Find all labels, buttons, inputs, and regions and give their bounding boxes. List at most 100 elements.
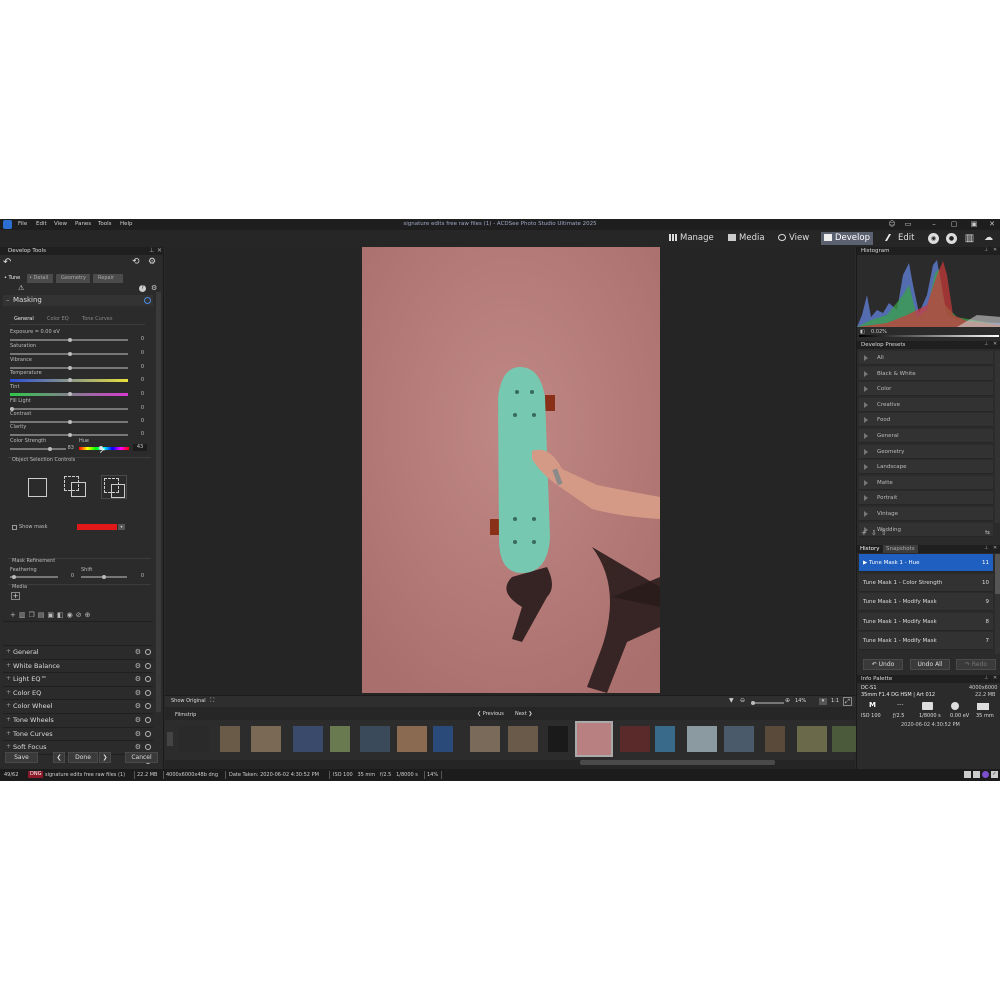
masking-toggle-icon[interactable] <box>144 297 151 304</box>
preset-item[interactable]: Portrait <box>859 491 993 506</box>
grid-view-icon[interactable] <box>964 771 971 778</box>
save-button[interactable]: Save <box>5 752 38 763</box>
gear-icon[interactable]: ⚙ <box>135 673 141 685</box>
feathering-slider[interactable] <box>10 574 58 579</box>
gear-icon[interactable]: ⚙ <box>135 728 141 740</box>
section-tone-curves[interactable]: + Tone Curves ⚙ <box>3 726 153 740</box>
save-mask-icon[interactable]: ▣ <box>47 611 57 619</box>
mode-edit[interactable]: Edit <box>884 232 917 245</box>
filmstrip-thumbnail[interactable] <box>575 721 613 757</box>
history-scrollbar[interactable] <box>995 554 1000 654</box>
dashboard-icon[interactable]: ▥ <box>964 233 975 244</box>
filmstrip-thumbnail[interactable] <box>293 726 323 752</box>
adjustment-slider[interactable] <box>10 432 128 437</box>
shift-slider[interactable] <box>81 574 127 579</box>
presets-scrollbar[interactable] <box>995 351 1000 523</box>
toggle-icon[interactable] <box>145 744 151 751</box>
import-preset-icon[interactable]: ⇩ <box>871 529 881 537</box>
adjustment-slider[interactable] <box>10 419 128 424</box>
mask-color-dropdown-icon[interactable]: ▾ <box>118 524 125 530</box>
gear-icon[interactable]: ⚙ <box>135 660 141 672</box>
history-item[interactable]: Tune Mask 1 - Modify Mask 9 <box>859 593 993 611</box>
preset-item[interactable]: Food <box>859 413 993 428</box>
filmstrip-thumbnail[interactable] <box>220 726 240 752</box>
left-scrollbar[interactable] <box>156 292 161 712</box>
history-item[interactable]: Tune Mask 1 - Color Strength 10 <box>859 573 993 592</box>
zoom-menu-icon[interactable]: ▾ <box>819 698 827 705</box>
reset-icon[interactable]: ⟲ <box>132 257 140 267</box>
filmstrip-thumbnail[interactable] <box>687 726 717 752</box>
previous-button[interactable]: ❮ Previous <box>477 711 504 717</box>
preset-item[interactable]: Vintage <box>859 507 993 521</box>
minimize-icon[interactable]: – <box>930 220 938 228</box>
filmstrip-thumbnail[interactable] <box>251 726 281 752</box>
show-original-button[interactable]: Show Original <box>171 698 206 704</box>
next-button[interactable]: ❯ <box>99 752 111 763</box>
filmstrip-thumbnail[interactable] <box>797 726 827 752</box>
presets-toolbar[interactable]: +⇩⇧ <box>861 529 891 537</box>
toggle-icon[interactable] <box>145 717 151 723</box>
eye-icon[interactable]: ◉ <box>67 611 76 619</box>
toggle-icon[interactable] <box>145 703 151 710</box>
365-icon[interactable]: ● <box>946 233 957 244</box>
filmstrip-thumbnail[interactable] <box>179 726 209 752</box>
preset-item[interactable]: Creative <box>859 397 993 412</box>
export-preset-icon[interactable]: ⇧ <box>881 529 891 537</box>
histogram-close-icon[interactable]: ✕ <box>993 247 997 253</box>
panel-close-icon[interactable]: ✕ <box>157 247 162 254</box>
mask-color-swatch[interactable] <box>77 524 117 530</box>
preset-item[interactable]: Black & White <box>859 366 993 381</box>
preset-item[interactable]: Matte <box>859 475 993 490</box>
section-light-eq-[interactable]: + Light EQ™ ⚙ <box>3 672 153 684</box>
close-icon[interactable]: ✕ <box>988 220 996 228</box>
section-color-wheel[interactable]: + Color Wheel ⚙ <box>3 699 153 711</box>
zoom-in-icon[interactable]: ⊕ <box>785 697 790 704</box>
presets-options-icon[interactable]: ⇆ <box>985 529 990 536</box>
gear-icon[interactable]: ⚙ <box>135 714 141 726</box>
fit-icon[interactable]: ⤢ <box>843 697 852 706</box>
toggle-icon[interactable] <box>145 730 151 737</box>
tab-tune[interactable]: • Tune <box>2 274 24 283</box>
section-white-balance[interactable]: + White Balance ⚙ <box>3 658 153 672</box>
pin-icon[interactable]: ⊥ <box>984 247 988 253</box>
subtab-color-eq[interactable]: Color EQ <box>47 316 69 322</box>
toggle-icon[interactable] <box>145 649 151 655</box>
mode-media[interactable]: Media <box>725 232 768 245</box>
preset-item[interactable]: Landscape <box>859 460 993 475</box>
pin-icon[interactable]: ⊥ <box>984 341 988 347</box>
color-strength-slider[interactable] <box>10 446 66 451</box>
pin-icon[interactable]: ⊥ <box>984 545 988 551</box>
undo-button[interactable]: ↶ Undo <box>863 659 903 670</box>
tab-geometry[interactable]: Geometry <box>56 274 90 283</box>
filmstrip-thumbnail[interactable] <box>508 726 538 752</box>
history-close-icon[interactable]: ✕ <box>993 545 997 551</box>
toggle-icon[interactable] <box>145 662 151 669</box>
pin-icon[interactable]: ⊥ <box>984 675 988 681</box>
filmstrip-thumbnail[interactable] <box>330 726 350 752</box>
info-close-icon[interactable]: ✕ <box>993 675 997 681</box>
preset-item[interactable]: Color <box>859 382 993 397</box>
show-mask-checkbox[interactable] <box>12 525 17 530</box>
toggle-icon[interactable] <box>145 676 151 683</box>
filmstrip-thumbnail[interactable] <box>620 726 650 752</box>
history-item[interactable]: ▶ Tune Mask 1 - Hue 11 <box>859 554 993 572</box>
filmstrip-scrollbar[interactable] <box>580 760 775 765</box>
filmstrip-thumbnail[interactable] <box>397 726 427 752</box>
add-preset-icon[interactable]: + <box>861 529 871 537</box>
hue-value[interactable]: 43 <box>133 444 147 451</box>
toggle-icon[interactable] <box>145 689 151 696</box>
color-label-icon[interactable] <box>982 771 989 778</box>
pin-icon[interactable]: ⊥ <box>149 247 154 254</box>
preset-icon[interactable]: ⚙ <box>151 284 157 292</box>
filmstrip-thumbnail[interactable] <box>433 726 453 752</box>
restore-icon[interactable]: ▢ <box>950 220 958 228</box>
filmstrip-thumbnail[interactable] <box>548 726 568 752</box>
subtab-tone-curves[interactable]: Tone Curves <box>82 316 112 322</box>
next-button-filmstrip[interactable]: Next ❯ <box>515 711 532 717</box>
section-soft-focus[interactable]: + Soft Focus ⚙ <box>3 740 153 752</box>
tab-repair[interactable]: Repair <box>93 274 123 283</box>
done-button[interactable]: Done <box>68 752 98 763</box>
link-icon[interactable]: ⊘ <box>76 611 85 619</box>
mode-develop[interactable]: Develop <box>821 232 873 245</box>
mode-view[interactable]: View <box>775 232 812 245</box>
